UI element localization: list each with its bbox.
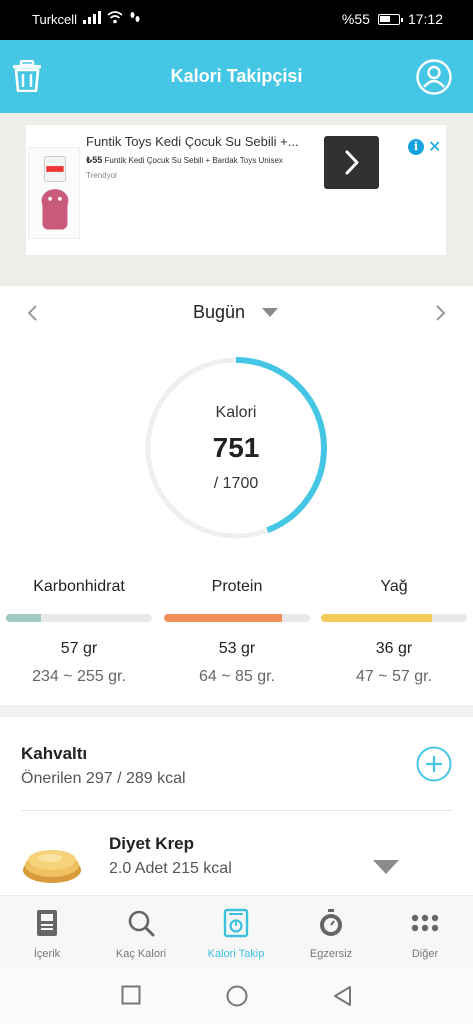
nav-item-diger[interactable]: Diğer [378, 896, 472, 968]
stopwatch-icon [320, 909, 342, 936]
macro-progress-fill [321, 614, 432, 622]
calorie-goal: / 1700 [213, 475, 259, 492]
grid-icon [411, 914, 439, 932]
nav-item-kalori-takip[interactable]: Kalori Takip [189, 896, 283, 968]
macro-name: Yağ [380, 578, 408, 595]
status-bar: Turkcell %55 17:12 [0, 0, 473, 40]
battery-icon [377, 13, 403, 25]
battery-percent: %55 [341, 11, 370, 27]
meal-title: Kahvaltı [21, 744, 88, 763]
nav-item-icerik[interactable]: İçerik [0, 896, 94, 968]
home-icon[interactable] [226, 985, 248, 1007]
nav-label: İçerik [33, 948, 61, 960]
calorie-ring: Kalori 751 / 1700 [140, 352, 332, 544]
signal-icons [83, 11, 141, 24]
app-bar: Kalori Takipçisi [0, 40, 473, 113]
nav-label: Kalori Takip [207, 948, 265, 960]
ad-description: Funtik Kedi Çocuk Su Sebili + Bardak Toy… [104, 156, 283, 165]
crepe-image [23, 850, 81, 883]
macro-carbs: Karbonhidrat 57 gr 234 ~ 255 gr. [6, 578, 152, 686]
macro-range: 47 ~ 57 gr. [355, 668, 433, 685]
calorie-value: 751 [212, 432, 260, 463]
ad-seller: Trendyol [86, 171, 117, 180]
chevron-left-icon[interactable] [25, 304, 39, 322]
nav-label: Egzersiz [309, 948, 353, 960]
macro-name: Karbonhidrat [33, 578, 125, 595]
book-icon [37, 910, 57, 936]
ad-banner-area: Funtik Toys Kedi Çocuk Su Sebili +... ₺5… [0, 113, 473, 286]
ad-price: ₺55 [86, 155, 103, 165]
search-icon [128, 910, 155, 937]
ad-info-icon[interactable]: i [408, 139, 424, 155]
add-food-button[interactable] [416, 746, 452, 782]
nav-label: Diğer [411, 948, 439, 960]
bottom-nav: İçerik Kaç Kalori Kalori Takip Egzersiz [0, 895, 473, 967]
steps-icon [130, 12, 140, 22]
scale-icon [223, 908, 249, 938]
ad-close-icon[interactable]: ✕ [428, 137, 441, 157]
wifi-icon [107, 11, 123, 24]
macro-range: 64 ~ 85 gr. [198, 668, 276, 685]
macro-grams: 36 gr [375, 640, 413, 657]
nav-item-kac-kalori[interactable]: Kaç Kalori [94, 896, 188, 968]
signal-icon [83, 11, 101, 24]
section-divider [0, 705, 473, 717]
page-title: Kalori Takipçisi [170, 66, 303, 86]
macro-name: Protein [211, 578, 263, 595]
macro-progress-fill [6, 614, 42, 622]
meal-recommended: Önerilen 297 / 289 kcal [21, 770, 186, 787]
chevron-right-icon [345, 150, 359, 175]
macro-progress-track [6, 614, 152, 622]
food-detail: 2.0 Adet 215 kcal [109, 860, 232, 877]
chevron-right-icon[interactable] [434, 304, 448, 322]
recent-apps-icon[interactable] [121, 985, 141, 1005]
dropdown-arrow-icon[interactable] [262, 308, 278, 317]
carrier-name: Turkcell [32, 12, 78, 27]
clock: 17:12 [407, 11, 443, 27]
macro-fat: Yağ 36 gr 47 ~ 57 gr. [321, 578, 467, 686]
calorie-label: Kalori [215, 404, 257, 421]
day-selector: Bugün [0, 286, 473, 336]
product-thumbnail [28, 147, 80, 239]
ad-title: Funtik Toys Kedi Çocuk Su Sebili +... [86, 134, 299, 149]
expand-arrow-icon[interactable] [373, 860, 399, 874]
macro-grams: 57 gr [60, 640, 98, 657]
food-name: Diyet Krep [109, 834, 195, 853]
meal-divider [21, 810, 453, 811]
ad-banner[interactable]: Funtik Toys Kedi Çocuk Su Sebili +... ₺5… [26, 125, 446, 255]
user-icon[interactable] [416, 59, 452, 95]
macro-protein: Protein 53 gr 64 ~ 85 gr. [164, 578, 310, 686]
system-nav-bar [0, 967, 473, 1024]
back-icon[interactable] [332, 985, 352, 1007]
nav-item-egzersiz[interactable]: Egzersiz [284, 896, 378, 968]
day-label[interactable]: Bugün [193, 302, 245, 323]
macro-range: 234 ~ 255 gr. [32, 668, 126, 685]
macro-progress-fill [164, 614, 283, 622]
macro-progress-track [164, 614, 310, 622]
nav-label: Kaç Kalori [115, 948, 167, 960]
ad-open-button[interactable] [324, 136, 379, 189]
ad-description-line: ₺55 Funtik Kedi Çocuk Su Sebili + Bardak… [86, 155, 283, 166]
macro-progress-track [321, 614, 467, 622]
macro-grams: 53 gr [218, 640, 256, 657]
